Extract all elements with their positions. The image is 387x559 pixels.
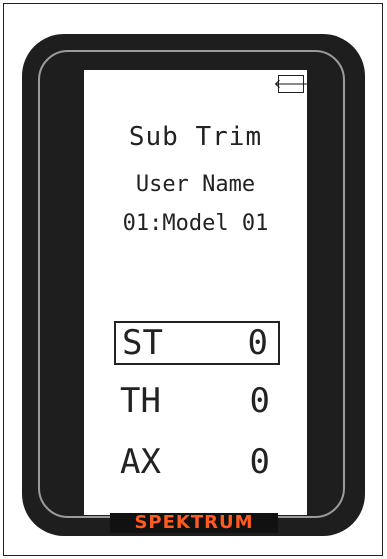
back-button[interactable]: 🡐 (274, 75, 308, 93)
channel-row-ax[interactable]: AX 0 (114, 442, 280, 486)
lcd-screen: 🡐 Sub Trim User Name 01:Model 01 ST 0 TH… (84, 70, 308, 515)
channel-row-th[interactable]: TH 0 (114, 381, 280, 425)
channel-label: ST (122, 323, 163, 363)
channel-label: AX (120, 442, 161, 482)
page-title: Sub Trim (128, 122, 263, 152)
channel-value: 0 (249, 381, 270, 421)
channel-value: 0 (247, 323, 268, 363)
channel-row-st[interactable]: ST 0 (114, 321, 280, 365)
channel-label: TH (120, 381, 161, 421)
user-name-label: User Name (135, 172, 256, 197)
back-arrow-icon: 🡐 (273, 76, 309, 92)
channel-value: 0 (249, 442, 270, 482)
model-name-label: 01:Model 01 (122, 211, 269, 236)
spektrum-logo: SPEKTRUM (110, 513, 278, 533)
